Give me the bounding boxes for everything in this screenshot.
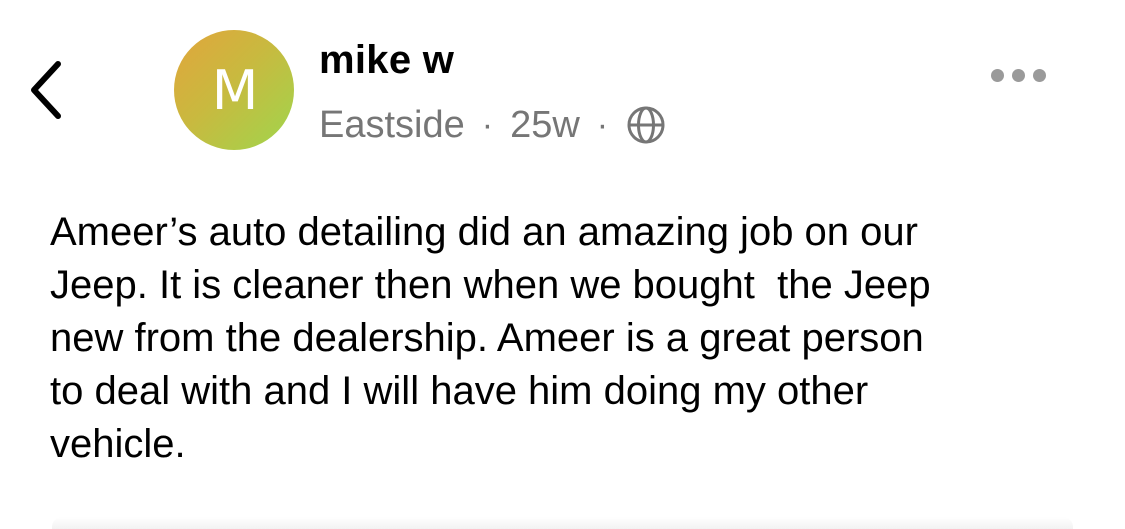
ellipsis-icon (990, 68, 1004, 82)
ellipsis-icon (1032, 68, 1046, 82)
chevron-left-icon (31, 61, 61, 119)
user-name[interactable]: mike w (319, 36, 454, 84)
avatar-initial: M (211, 59, 259, 122)
meta-separator: · (596, 105, 609, 144)
ellipsis-icon (1011, 68, 1025, 82)
location-label[interactable]: Eastside (319, 104, 465, 147)
meta-separator: · (481, 105, 494, 144)
post-text: Ameer’s auto detailing did an amazing jo… (50, 210, 931, 466)
back-button[interactable] (18, 52, 74, 128)
globe-icon (625, 104, 667, 146)
more-options-button[interactable] (974, 52, 1062, 98)
next-card-edge (52, 517, 1073, 529)
avatar[interactable]: M (174, 30, 294, 150)
time-ago-label: 25w (510, 103, 580, 146)
post-meta: Eastside · 25w · (319, 102, 667, 148)
